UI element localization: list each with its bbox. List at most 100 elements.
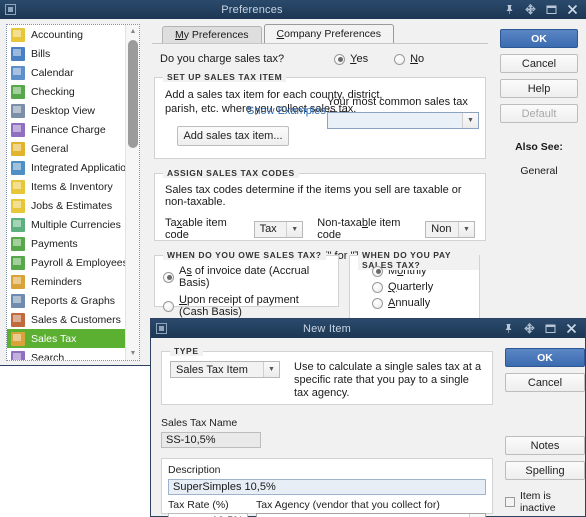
jobs-estimates-icon [11, 198, 25, 213]
tab-company-preferences[interactable]: Company Preferences [263, 24, 395, 43]
chevron-down-icon[interactable]: ▼ [263, 362, 279, 377]
when-pay-option-1[interactable]: Quarterly [358, 281, 471, 293]
new-item-body: TYPE Sales Tax Item ▼ Use to calculate a… [151, 338, 586, 517]
integrated-apps-icon [11, 160, 25, 175]
sidebar-item-sales-customers[interactable]: Sales & Customers [7, 310, 125, 329]
when-pay-monthly-radio[interactable] [372, 265, 383, 277]
preferences-help-button[interactable]: Help [500, 79, 578, 98]
when-pay-quarterly-radio[interactable] [372, 281, 383, 293]
when-owe-option-1[interactable]: Upon receipt of payment (Cash Basis) [163, 294, 330, 318]
sidebar-list[interactable]: Accounting Bills Calendar Checking Desktop V… [7, 25, 137, 360]
when-pay-group: WHEN DO YOU PAY SALES TAX? Monthly Quart… [349, 250, 480, 319]
restore-icon[interactable] [546, 4, 557, 15]
close-icon[interactable] [566, 323, 577, 334]
new-item-action-buttons: OK Cancel Notes Spelling Item is inactiv… [501, 338, 586, 516]
also-see-general-link[interactable]: General [500, 165, 578, 177]
preferences-cancel-button[interactable]: Cancel [500, 54, 578, 73]
taxable-item-code-label: Taxable item code [165, 217, 227, 241]
when-owe-accrual-radio[interactable] [163, 271, 174, 283]
payroll-employees-icon [11, 255, 25, 270]
new-item-notes-button[interactable]: Notes [505, 436, 585, 455]
sidebar-item-reports-graphs[interactable]: Reports & Graphs [7, 291, 125, 310]
when-sections: WHEN DO YOU OWE SALES TAX? As of invoice… [154, 250, 486, 319]
tax-agency-combo[interactable]: Ministério da Fazenda ▼ [256, 513, 486, 517]
sidebar-item-label: Bills [31, 47, 51, 60]
new-item-spelling-button[interactable]: Spelling [505, 461, 585, 480]
scroll-down-icon[interactable]: ▼ [126, 347, 139, 360]
items-inventory-icon [11, 179, 25, 194]
nontaxable-item-code-combo[interactable]: Non ▼ [425, 220, 475, 238]
charge-sales-tax-yes-radio[interactable] [334, 53, 346, 65]
item-type-combo[interactable]: Sales Tax Item ▼ [170, 361, 280, 378]
sidebar-item-payroll-employees[interactable]: Payroll & Employees [7, 253, 128, 272]
when-owe-accrual-label[interactable]: As of invoice date (Accrual Basis) [179, 265, 330, 289]
when-owe-option-0[interactable]: As of invoice date (Accrual Basis) [163, 265, 330, 289]
sales-tax-name-input[interactable]: SS-10,5% [161, 432, 261, 448]
type-section-title: TYPE [170, 346, 203, 356]
scroll-up-icon[interactable]: ▲ [126, 25, 139, 38]
sidebar-item-label: Payments [31, 237, 78, 250]
sidebar-item-payments[interactable]: Payments [7, 234, 125, 253]
move-icon[interactable] [525, 4, 536, 15]
sidebar-item-items-inventory[interactable]: Items & Inventory [7, 177, 125, 196]
when-pay-option-2[interactable]: Annually [358, 297, 471, 309]
new-item-notes-label: Notes [530, 439, 560, 452]
restore-icon[interactable] [545, 323, 556, 334]
tax-rate-input[interactable]: 10.5% [168, 513, 248, 517]
item-inactive-row[interactable]: Item is inactive [505, 490, 585, 514]
preferences-tabs: My Preferences Company Preferences [152, 24, 488, 43]
sidebar-item-accounting[interactable]: Accounting [7, 25, 125, 44]
show-examples-link[interactable]: Show Examples [247, 105, 326, 117]
sidebar-item-desktop-view[interactable]: Desktop View [7, 101, 125, 120]
window-menu-icon[interactable] [5, 4, 16, 15]
sidebar-scrollbar[interactable]: ▲ ▼ [125, 25, 139, 360]
preferences-main-panel: My Preferences Company Preferences Do yo… [152, 24, 488, 361]
sidebar-item-integrated-applications[interactable]: Integrated Applications [7, 158, 137, 177]
item-inactive-checkbox[interactable] [505, 497, 515, 507]
description-input[interactable]: SuperSimples 10,5% [168, 479, 486, 495]
when-pay-annually-radio[interactable] [372, 297, 383, 309]
pin-icon[interactable] [504, 4, 515, 15]
chevron-down-icon[interactable]: ▼ [462, 113, 478, 128]
common-sales-tax-item-combo[interactable]: ▼ [327, 112, 479, 129]
move-icon[interactable] [524, 323, 535, 334]
tab-my-preferences[interactable]: My Preferences [162, 26, 262, 43]
tax-agency-block: Tax Agency (vendor that you collect for)… [256, 499, 486, 517]
scrollbar-thumb[interactable] [128, 40, 138, 148]
sidebar-item-sales-tax[interactable]: Sales Tax [7, 329, 125, 348]
sidebar-item-reminders[interactable]: Reminders [7, 272, 125, 291]
pin-icon[interactable] [503, 323, 514, 334]
window-menu-icon[interactable] [156, 323, 167, 334]
charge-sales-tax-no-label[interactable]: No [410, 53, 424, 65]
sidebar-item-general[interactable]: General [7, 139, 125, 158]
sidebar-item-jobs-estimates[interactable]: Jobs & Estimates [7, 196, 125, 215]
preferences-action-buttons: OK Cancel Help Default Also See: General [494, 19, 586, 365]
chevron-down-icon[interactable]: ▼ [286, 221, 303, 237]
when-pay-annually-label[interactable]: Annually [388, 297, 430, 309]
new-item-ok-button[interactable]: OK [505, 348, 585, 367]
sidebar-item-multiple-currencies[interactable]: Multiple Currencies [7, 215, 125, 234]
sidebar-item-finance-charge[interactable]: Finance Charge [7, 120, 125, 139]
sidebar-item-search[interactable]: Search [7, 348, 125, 360]
charge-sales-tax-no-radio[interactable] [394, 53, 406, 65]
when-owe-cash-label[interactable]: Upon receipt of payment (Cash Basis) [179, 294, 330, 318]
sidebar-item-calendar[interactable]: Calendar [7, 63, 125, 82]
charge-sales-tax-question: Do you charge sales tax? [160, 53, 285, 65]
when-pay-quarterly-label[interactable]: Quarterly [388, 281, 433, 293]
sidebar-item-checking[interactable]: Checking [7, 82, 125, 101]
reminders-icon [11, 274, 25, 289]
close-icon[interactable] [567, 4, 578, 15]
preferences-ok-button[interactable]: OK [500, 29, 578, 48]
when-owe-cash-radio[interactable] [163, 300, 174, 312]
sidebar-item-bills[interactable]: Bills [7, 44, 125, 63]
taxable-item-code-combo[interactable]: Tax ▼ [253, 220, 304, 238]
general-icon [11, 141, 25, 156]
sidebar-item-label: Accounting [31, 28, 83, 41]
charge-sales-tax-yes-label[interactable]: Yes [350, 53, 368, 65]
add-sales-tax-item-button[interactable]: Add sales tax item... [177, 126, 289, 146]
chevron-down-icon[interactable]: ▼ [457, 221, 474, 237]
preferences-main-wrap: My Preferences Company Preferences Do yo… [146, 19, 494, 365]
sidebar-item-label: General [31, 142, 69, 155]
assign-sales-tax-codes-description: Sales tax codes determine if the items y… [165, 184, 462, 208]
new-item-cancel-button[interactable]: Cancel [505, 373, 585, 392]
